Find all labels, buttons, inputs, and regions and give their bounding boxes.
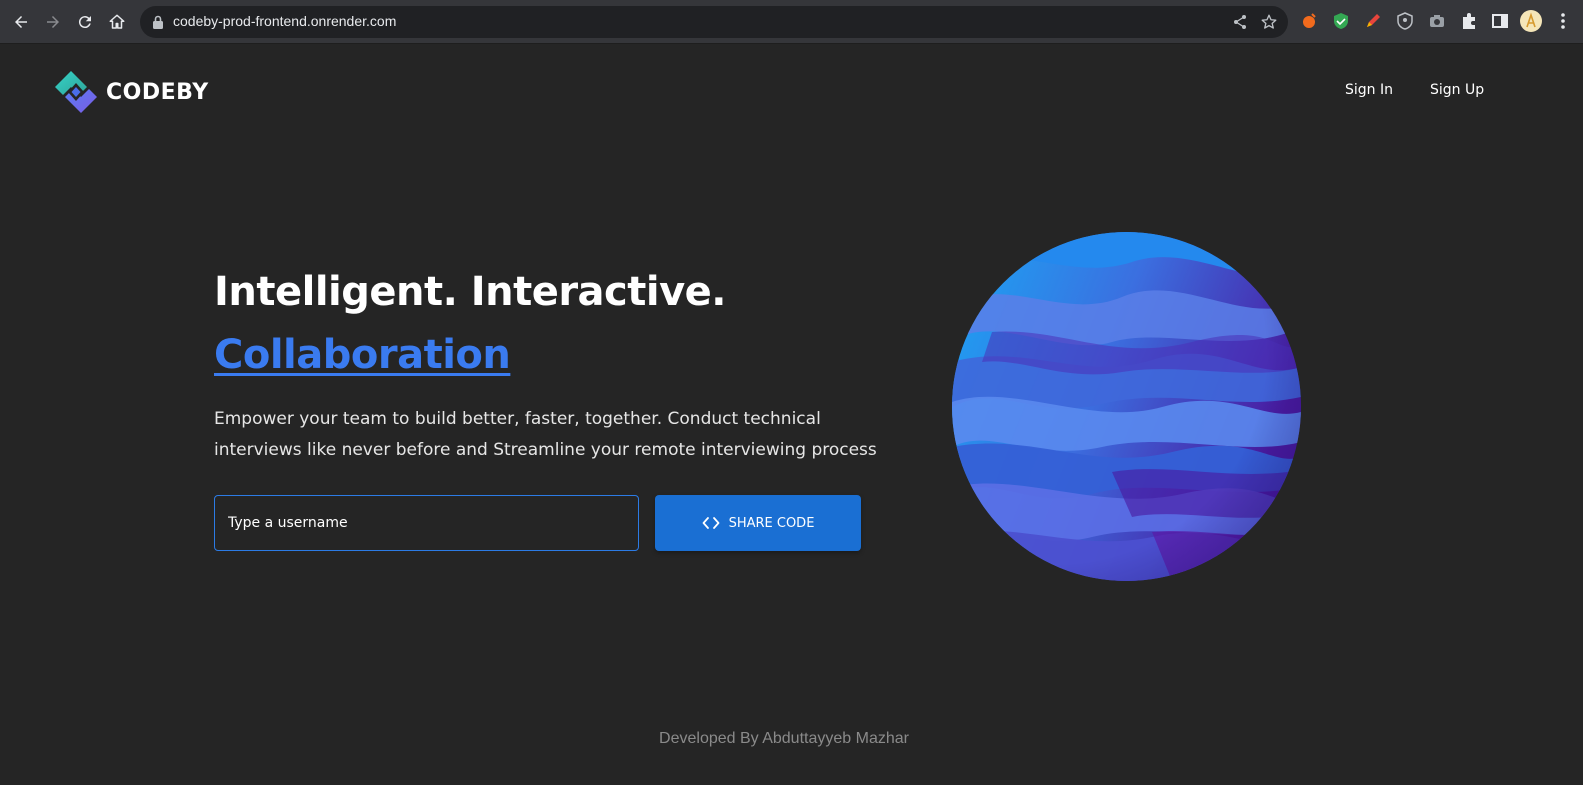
puzzle-icon[interactable] [1460,12,1478,30]
code-icon [702,517,719,529]
sidebar-icon[interactable] [1491,12,1509,30]
page-body: CODEBY Sign In Sign Up Intelligent. Inte… [0,44,1583,785]
home-icon[interactable] [105,10,129,34]
lock-icon [153,15,163,29]
share-code-button[interactable]: SHARE CODE [655,495,861,551]
shield-check-icon[interactable] [1332,12,1350,30]
forward-icon[interactable] [41,10,65,34]
codeby-logo-icon [55,71,97,113]
username-input[interactable] [214,495,639,551]
hero-description: Empower your team to build better, faste… [214,409,877,460]
brand-logo[interactable]: CODEBY [53,69,209,115]
reload-icon[interactable] [73,10,97,34]
pen-icon[interactable] [1364,12,1382,30]
planet-illustration [952,232,1301,581]
share-code-label: SHARE CODE [728,515,815,531]
profile-avatar[interactable] [1520,10,1542,32]
menu-icon[interactable] [1558,12,1568,30]
sign-in-link[interactable]: Sign In [1345,82,1393,98]
star-icon[interactable] [1260,13,1278,31]
share-icon[interactable] [1232,14,1248,30]
brand-name: CODEBY [106,79,209,105]
camera-icon[interactable] [1428,12,1446,30]
footer-credit: Developed By Abduttayyeb Mazhar [659,730,909,747]
shield-icon[interactable] [1396,12,1414,30]
back-icon[interactable] [9,10,33,34]
hero-headline: Intelligent. Interactive. [214,269,727,315]
url-text: codeby-prod-frontend.onrender.com [173,13,397,29]
browser-toolbar: codeby-prod-frontend.onrender.com [0,0,1583,44]
sign-up-link[interactable]: Sign Up [1430,82,1484,98]
address-bar[interactable]: codeby-prod-frontend.onrender.com [140,6,1288,38]
hero-highlight: Collaboration [214,332,511,378]
extension-icon[interactable] [1300,12,1318,30]
